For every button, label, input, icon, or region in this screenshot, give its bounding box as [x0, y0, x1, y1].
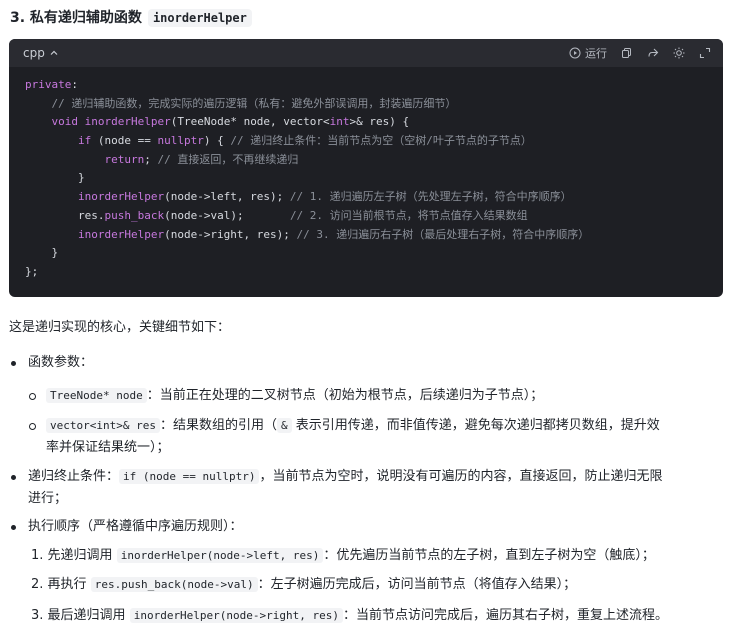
list-item: vector<int>& res ：结果数组的引用（ & 表示引用传递，而非值传递，… [9, 415, 724, 459]
theme-button[interactable] [673, 47, 685, 59]
list-item: 执行顺序（严格遵循中序遍历规则）： [9, 516, 243, 538]
circle-bullet-icon [29, 423, 36, 430]
bullet-icon [11, 475, 16, 480]
list-item-text: 最后递归调用 [47, 608, 126, 623]
list-item-text: 率并保证结果统一）； [46, 440, 170, 455]
inline-code: TreeNode* node [46, 388, 147, 403]
share-icon [648, 48, 659, 57]
list-item-text: ，当前节点为空时，说明没有可遍历的内容，直接返回，防止递归无限 [259, 469, 663, 484]
bullet-icon [11, 361, 16, 366]
ordered-number: 3. [31, 608, 44, 623]
list-item-text: ：结果数组的引用（ [159, 418, 277, 433]
list-item-text: 先递归调用 [47, 548, 113, 563]
code-block: cpp 运行 private: // 递归辅助函数，完成实际的遍历逻辑（私有：避… [9, 39, 723, 297]
code-line: } [25, 171, 85, 185]
circle-bullet-icon [29, 393, 36, 400]
code-line: inorderHelper(node->right, res); // 3. 递… [77, 227, 590, 241]
code-toolbar: cpp 运行 [9, 39, 723, 67]
code-line: return; // 直接返回，不再继续递归 [104, 152, 299, 166]
run-button[interactable]: 运行 [569, 45, 607, 61]
inline-code: res.push_back(node->val) [90, 577, 258, 592]
inline-code: inorderHelper(node->right, res) [129, 608, 344, 623]
heading-text: 3. 私有递归辅助函数 [10, 10, 142, 26]
list-item: 递归终止条件： if (node == nullptr) ，当前节点为空时，说明没有… [9, 466, 724, 510]
chevron-up-icon [50, 50, 58, 55]
list-item-text: 执行顺序（严格遵循中序遍历规则）： [28, 519, 243, 534]
code-content: private: // 递归辅助函数，完成实际的遍历逻辑（私有：避免外部误调用，… [9, 67, 723, 291]
list-item-text: ：左子树遍历完成后，访问当前节点（将值存入结果）； [257, 577, 577, 592]
code-line: // 递归辅助函数，完成实际的遍历逻辑（私有：避免外部误调用，封装遍历细节） [25, 96, 457, 110]
list-item-text: 再执行 [47, 577, 87, 592]
bullet-icon [11, 525, 16, 530]
inline-code: if (node == nullptr) [119, 469, 260, 484]
code-line: inorderHelper(node->left, res); // 1. 递归… [77, 190, 572, 204]
language-toggle[interactable]: cpp [23, 46, 59, 60]
run-label: 运行 [585, 47, 607, 60]
code-line: if (node == nullptr) { // 递归终止条件：当前节点为空（… [77, 134, 532, 148]
language-label: cpp [23, 46, 45, 60]
section-heading: 3. 私有递归辅助函数 inorderHelper [10, 6, 252, 30]
heading-code: inorderHelper [147, 9, 252, 27]
share-button[interactable] [647, 47, 659, 59]
ordered-number: 2. [31, 577, 44, 592]
copy-button[interactable] [621, 47, 633, 59]
list-item-text: 进行； [28, 491, 68, 506]
code-line: private: [25, 78, 78, 91]
ordered-item: 3. 最后递归调用 inorderHelper(node->right, res… [9, 605, 668, 627]
code-line: }; [25, 264, 39, 278]
ordered-item: 2. 再执行 res.push_back(node->val) ：左子树遍历完成后… [9, 574, 576, 596]
expand-icon [699, 47, 711, 59]
inline-code: vector<int>& res [46, 418, 160, 433]
copy-icon [622, 48, 631, 58]
list-item: 函数参数： [9, 352, 93, 374]
list-item-text: 函数参数： [28, 355, 94, 370]
play-circle-icon [569, 47, 581, 59]
sun-icon [673, 47, 685, 59]
list-item-text: 表示引用传递，而非值传递，避免每次递归都拷贝数组，提升效 [291, 418, 660, 433]
intro-paragraph: 这是递归实现的核心，关键细节如下： [9, 320, 231, 335]
ordered-number: 1. [31, 548, 44, 563]
expand-button[interactable] [699, 47, 711, 59]
list-item-text: 递归终止条件： [28, 469, 120, 484]
ordered-item: 1. 先递归调用 inorderHelper(node->left, res)：… [9, 545, 655, 567]
list-item-text: ：优先遍历当前节点的左子树，直到左子树为空（触底）； [323, 548, 655, 563]
code-line: } [25, 246, 59, 260]
list-item-text: ：当前节点访问完成后，遍历其右子树，重复上述流程。 [343, 608, 669, 623]
inline-code: & [276, 418, 292, 433]
code-line: res.push_back(node->val); // 2. 访问当前根节点，… [25, 208, 528, 222]
inline-code: inorderHelper(node->left, res) [116, 548, 324, 563]
list-item-text: ：当前正在处理的二叉树节点（初始为根节点，后续递归为子节点）； [146, 388, 544, 403]
list-item: TreeNode* node ：当前正在处理的二叉树节点（初始为根节点，后续递归为… [9, 385, 543, 407]
code-line: void inorderHelper(TreeNode* node, vecto… [51, 115, 410, 129]
